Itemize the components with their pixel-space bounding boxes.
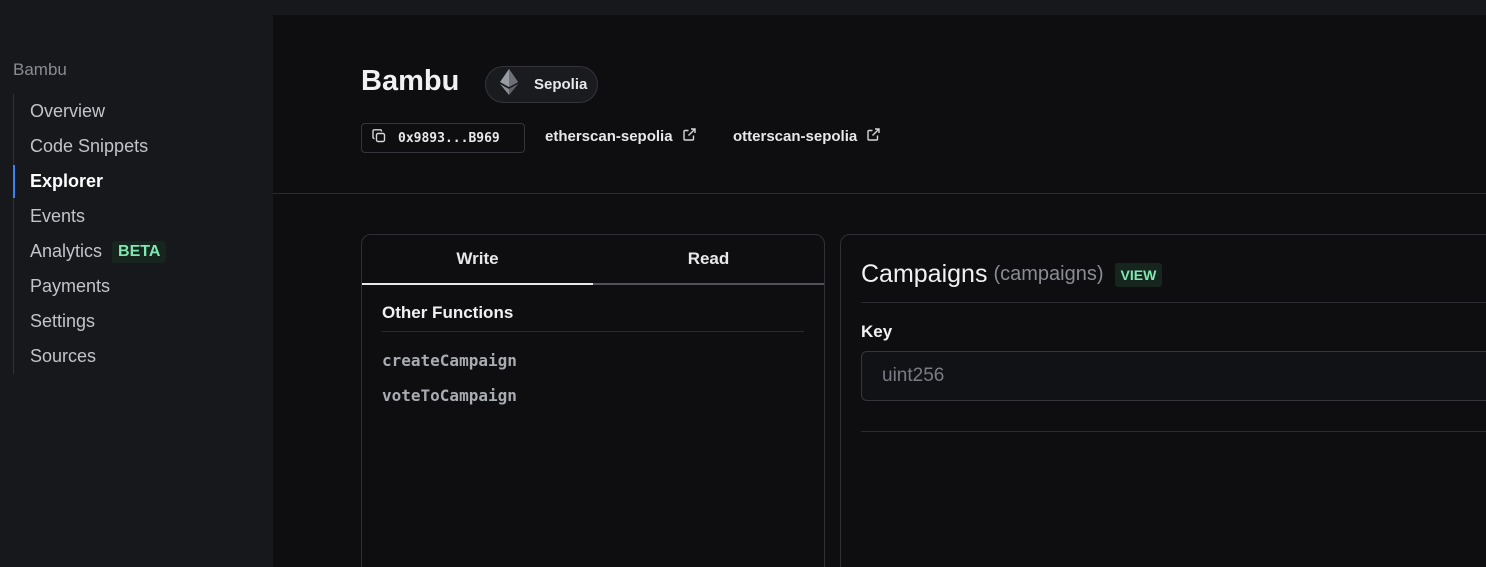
sidebar-nav: Overview Code Snippets Explorer Events A… xyxy=(13,94,253,374)
contract-header: Bambu Sepolia 0x9893...B969 etherscan-se… xyxy=(273,15,1486,194)
divider xyxy=(861,302,1486,303)
sidebar-item-explorer[interactable]: Explorer xyxy=(13,164,253,199)
view-badge: VIEW xyxy=(1114,262,1163,287)
sidebar-item-sources[interactable]: Sources xyxy=(14,339,253,374)
page-title: Bambu xyxy=(361,65,460,97)
copy-address-button[interactable]: 0x9893...B969 xyxy=(361,123,525,153)
tab-read[interactable]: Read xyxy=(593,235,824,285)
function-list: createCampaign voteToCampaign xyxy=(362,343,824,413)
tab-write[interactable]: Write xyxy=(362,235,593,285)
etherscan-link[interactable]: etherscan-sepolia xyxy=(545,128,696,145)
sidebar-item-label: Overview xyxy=(30,101,106,121)
contract-address: 0x9893...B969 xyxy=(398,130,500,146)
sidebar-item-analytics[interactable]: Analytics BETA xyxy=(14,234,253,269)
divider xyxy=(861,431,1486,432)
network-badge: Sepolia xyxy=(485,66,598,103)
sidebar-item-code-snippets[interactable]: Code Snippets xyxy=(14,129,253,164)
sidebar-item-label: Analytics xyxy=(30,241,103,261)
external-link-icon xyxy=(673,128,696,145)
sidebar-item-label: Settings xyxy=(30,311,96,331)
otterscan-link-label: otterscan-sepolia xyxy=(733,128,858,145)
network-label: Sepolia xyxy=(534,76,588,93)
ethereum-icon xyxy=(500,69,518,100)
etherscan-link-label: etherscan-sepolia xyxy=(545,128,673,145)
key-label: Key xyxy=(861,322,893,341)
functions-panel: Write Read Other Functions createCampaig… xyxy=(361,234,825,567)
sidebar-item-overview[interactable]: Overview xyxy=(14,94,253,129)
key-input[interactable] xyxy=(861,351,1486,401)
sidebar-item-label: Code Snippets xyxy=(30,136,149,156)
otterscan-link[interactable]: otterscan-sepolia xyxy=(733,128,880,145)
function-detail-panel: Campaigns (campaigns) VIEW Key xyxy=(840,234,1486,567)
function-item-vote-to-campaign[interactable]: voteToCampaign xyxy=(382,378,824,413)
top-bar xyxy=(0,0,1486,15)
sidebar-title: Bambu xyxy=(13,60,67,79)
function-tabs: Write Read xyxy=(362,235,824,285)
sidebar-item-payments[interactable]: Payments xyxy=(14,269,253,304)
function-subtitle: (campaigns) xyxy=(993,263,1104,285)
sidebar-item-label: Sources xyxy=(30,346,97,366)
function-section-title: Other Functions xyxy=(382,303,804,332)
sidebar-item-label: Events xyxy=(30,206,86,226)
sidebar-item-label: Payments xyxy=(30,276,111,296)
function-item-create-campaign[interactable]: createCampaign xyxy=(382,343,824,378)
sidebar: Bambu Overview Code Snippets Explorer Ev… xyxy=(0,15,273,567)
sidebar-item-label: Explorer xyxy=(30,171,104,191)
sidebar-item-events[interactable]: Events xyxy=(14,199,253,234)
function-header: Campaigns (campaigns) VIEW xyxy=(861,260,1163,289)
copy-icon xyxy=(372,128,386,148)
function-title: Campaigns xyxy=(861,260,988,288)
sidebar-item-settings[interactable]: Settings xyxy=(14,304,253,339)
external-link-icon xyxy=(857,128,880,145)
beta-badge: BETA xyxy=(112,240,167,263)
